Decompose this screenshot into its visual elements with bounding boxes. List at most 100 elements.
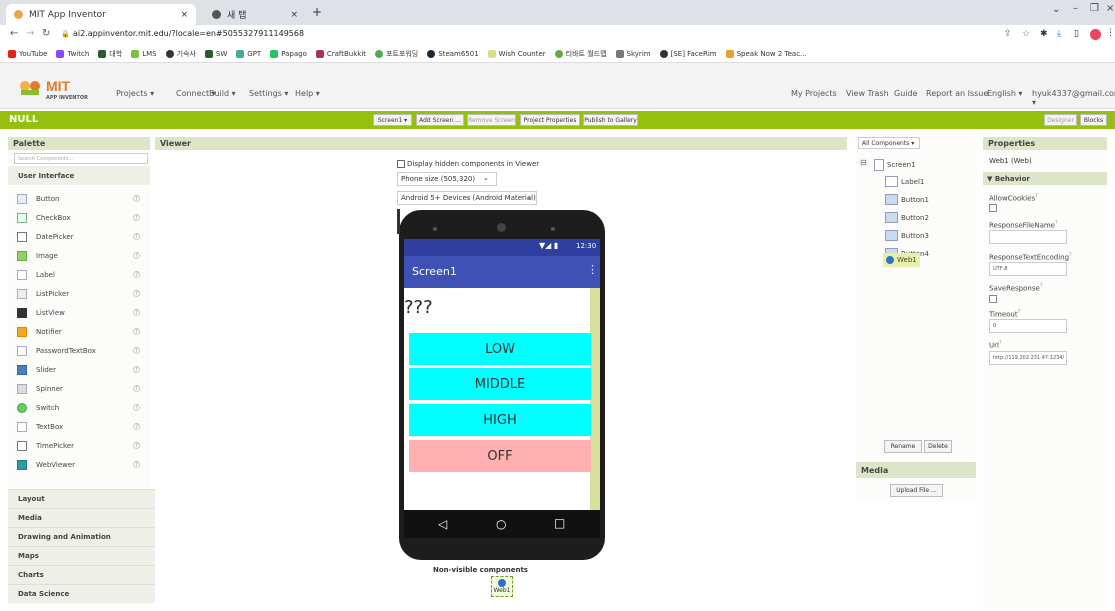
palette-item-image[interactable]: Image? bbox=[8, 246, 150, 265]
account-menu[interactable]: hyuk4337@gmail.com ▾ bbox=[1032, 89, 1115, 107]
help-icon[interactable]: ? bbox=[133, 233, 140, 240]
help-icon[interactable]: ? bbox=[133, 214, 140, 221]
tree-label1[interactable]: Label1 bbox=[885, 176, 924, 187]
help-icon[interactable]: ? bbox=[1055, 220, 1058, 226]
bookmark[interactable]: 포트포워딩 bbox=[375, 49, 418, 59]
sidepanel-icon[interactable]: ▯ bbox=[1074, 29, 1079, 39]
tab-list-icon[interactable]: ⌄ bbox=[1052, 4, 1060, 15]
tree-button3[interactable]: Button3 bbox=[885, 230, 929, 241]
overflow-menu-icon[interactable]: ⋮ bbox=[587, 263, 598, 276]
help-icon[interactable]: ? bbox=[999, 340, 1002, 346]
bookmark[interactable]: Papago bbox=[270, 49, 307, 58]
bookmark[interactable]: 대학 bbox=[98, 49, 122, 59]
help-icon[interactable]: ? bbox=[133, 442, 140, 449]
link-guide[interactable]: Guide bbox=[894, 89, 918, 98]
menu-settings[interactable]: Settings ▾ bbox=[249, 89, 288, 98]
palette-item-timepicker[interactable]: TimePicker? bbox=[8, 436, 150, 455]
url-input[interactable]: ai2.appinventor.mit.edu/?locale=en#50553… bbox=[73, 29, 304, 38]
blocks-button[interactable]: Blocks bbox=[1080, 114, 1107, 126]
help-icon[interactable]: ? bbox=[1069, 252, 1072, 258]
responsefilename-input[interactable] bbox=[989, 230, 1067, 244]
help-icon[interactable]: ? bbox=[1018, 309, 1021, 315]
phone-size-select[interactable]: Phone size (505,320) bbox=[397, 172, 497, 186]
help-icon[interactable]: ? bbox=[133, 366, 140, 373]
help-icon[interactable]: ? bbox=[133, 271, 140, 278]
back-icon[interactable]: ← bbox=[10, 28, 18, 39]
url-property-input[interactable]: http://119.202.231.47:1234/ bbox=[989, 351, 1067, 365]
maximize-icon[interactable]: ❐ bbox=[1090, 3, 1099, 14]
link-my-projects[interactable]: My Projects bbox=[791, 89, 837, 98]
allowcookies-checkbox[interactable] bbox=[989, 204, 997, 212]
bookmark[interactable]: 기숙사 bbox=[165, 49, 196, 59]
palette-item-checkbox[interactable]: CheckBox? bbox=[8, 208, 150, 227]
bookmark[interactable]: [SE] FaceRim bbox=[659, 49, 717, 58]
saveresponse-checkbox[interactable] bbox=[989, 295, 997, 303]
tree-web1-selected[interactable]: Web1 bbox=[883, 253, 920, 267]
palette-item-spinner[interactable]: Spinner? bbox=[8, 379, 150, 398]
palette-item-switch[interactable]: Switch? bbox=[8, 398, 150, 417]
category-data-science[interactable]: Data Science bbox=[8, 584, 156, 603]
remove-screen-button[interactable]: Remove Screen bbox=[467, 114, 516, 126]
palette-item-passwordtextbox[interactable]: PasswordTextBox? bbox=[8, 341, 150, 360]
bookmark[interactable]: LMS bbox=[131, 49, 157, 58]
tree-button1[interactable]: Button1 bbox=[885, 194, 929, 205]
button2[interactable]: MIDDLE bbox=[409, 368, 591, 400]
close-icon[interactable]: × bbox=[180, 10, 188, 20]
language-menu[interactable]: English ▾ bbox=[987, 89, 1022, 98]
bookmark[interactable]: YouTube bbox=[8, 49, 47, 58]
bookmark[interactable]: Wish Counter bbox=[487, 49, 546, 58]
minimize-icon[interactable]: – bbox=[1073, 3, 1078, 14]
help-icon[interactable]: ? bbox=[133, 309, 140, 316]
link-report-issue[interactable]: Report an Issue bbox=[926, 89, 988, 98]
bookmark[interactable]: Skyrim bbox=[615, 49, 651, 58]
help-icon[interactable]: ? bbox=[133, 404, 140, 411]
button3[interactable]: HIGH bbox=[409, 404, 591, 436]
category-user-interface[interactable]: User Interface bbox=[8, 166, 150, 185]
browser-tab-new[interactable]: 새 탭 × bbox=[204, 4, 304, 25]
collapse-icon[interactable]: ⊟ bbox=[860, 158, 867, 167]
designer-button[interactable]: Designer bbox=[1044, 114, 1077, 126]
extensions-icon[interactable]: ✱ bbox=[1040, 29, 1048, 39]
palette-item-datepicker[interactable]: DatePicker? bbox=[8, 227, 150, 246]
palette-item-notifier[interactable]: Notifier? bbox=[8, 322, 150, 341]
bookmark[interactable]: Twitch bbox=[56, 49, 89, 58]
display-hidden-toggle[interactable]: Display hidden components in Viewer bbox=[397, 160, 539, 168]
help-icon[interactable]: ? bbox=[133, 347, 140, 354]
browser-tab-appinventor[interactable]: MIT App Inventor × bbox=[6, 4, 196, 25]
help-icon[interactable]: ? bbox=[133, 195, 140, 202]
timeout-input[interactable]: 0 bbox=[989, 319, 1067, 333]
palette-item-slider[interactable]: Slider? bbox=[8, 360, 150, 379]
bookmark[interactable]: Steam6501 bbox=[427, 49, 479, 58]
button1[interactable]: LOW bbox=[409, 333, 591, 365]
delete-button[interactable]: Delete bbox=[924, 440, 952, 453]
more-icon[interactable]: ⋮ bbox=[1106, 28, 1115, 38]
tree-button2[interactable]: Button2 bbox=[885, 212, 929, 223]
upload-file-button[interactable]: Upload File ... bbox=[890, 484, 943, 497]
help-icon[interactable]: ? bbox=[1040, 283, 1043, 289]
scrollbar[interactable] bbox=[590, 288, 600, 510]
help-icon[interactable]: ? bbox=[133, 461, 140, 468]
responsetextencoding-input[interactable]: UTF-8 bbox=[989, 262, 1067, 276]
button4[interactable]: OFF bbox=[409, 440, 591, 472]
window-close-icon[interactable]: × bbox=[1106, 3, 1114, 14]
search-components-input[interactable]: Search Components... bbox=[14, 153, 148, 164]
profile-avatar[interactable] bbox=[1090, 29, 1101, 40]
category-media[interactable]: Media bbox=[8, 508, 156, 527]
help-icon[interactable]: ? bbox=[133, 423, 140, 430]
bookmark[interactable]: CraftBukkit bbox=[315, 49, 366, 58]
recents-nav-icon[interactable]: □ bbox=[554, 516, 565, 530]
new-tab-button[interactable]: + bbox=[312, 5, 322, 19]
bookmark[interactable]: GPT bbox=[236, 49, 261, 58]
nonvisible-web1[interactable]: Web1 bbox=[491, 576, 513, 597]
tree-screen1[interactable]: Screen1 bbox=[874, 159, 916, 171]
help-icon[interactable]: ? bbox=[133, 328, 140, 335]
theme-select[interactable]: Android 5+ Devices (Android Material) bbox=[397, 191, 537, 205]
download-icon[interactable]: ⤓ bbox=[1057, 29, 1061, 39]
category-layout[interactable]: Layout bbox=[8, 489, 156, 508]
star-icon[interactable]: ☆ bbox=[1022, 29, 1030, 39]
home-nav-icon[interactable]: ○ bbox=[496, 517, 506, 531]
help-icon[interactable]: ? bbox=[133, 252, 140, 259]
bookmark[interactable]: 티바트 월드맵 bbox=[554, 49, 607, 59]
palette-item-listpicker[interactable]: ListPicker? bbox=[8, 284, 150, 303]
menu-help[interactable]: Help ▾ bbox=[295, 89, 320, 98]
